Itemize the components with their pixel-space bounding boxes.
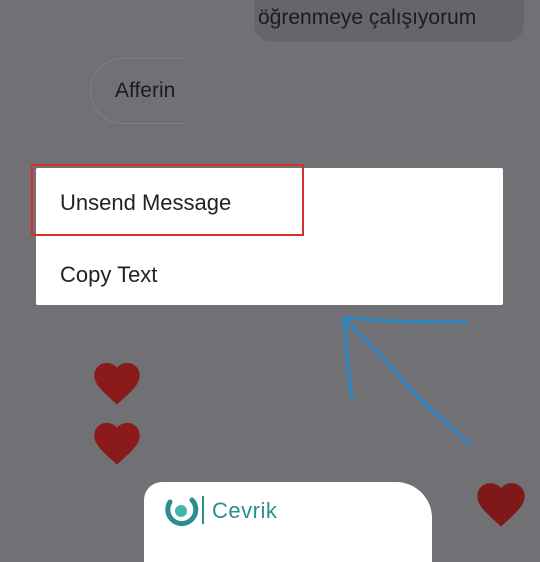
unsend-message-option[interactable]: Unsend Message <box>60 190 231 216</box>
heart-icon <box>477 483 525 527</box>
message-context-menu: Unsend Message Copy Text <box>36 168 503 305</box>
cevrik-logo-icon <box>165 497 199 527</box>
sent-message-text: öğrenmeye çalışıyorum <box>258 6 477 29</box>
logo-separator <box>202 496 204 524</box>
received-message-text: Afferin <box>115 79 176 102</box>
copy-text-option[interactable]: Copy Text <box>60 262 157 288</box>
cevrik-watermark: Cevrik <box>144 482 432 562</box>
heart-icon <box>94 362 140 405</box>
heart-icon <box>94 422 140 465</box>
sent-message-bubble[interactable]: öğrenmeye çalışıyorum <box>254 0 524 42</box>
received-message-bubble[interactable]: Afferin <box>90 58 186 124</box>
brand-name: Cevrik <box>212 498 278 523</box>
annotation-arrow <box>342 316 472 446</box>
